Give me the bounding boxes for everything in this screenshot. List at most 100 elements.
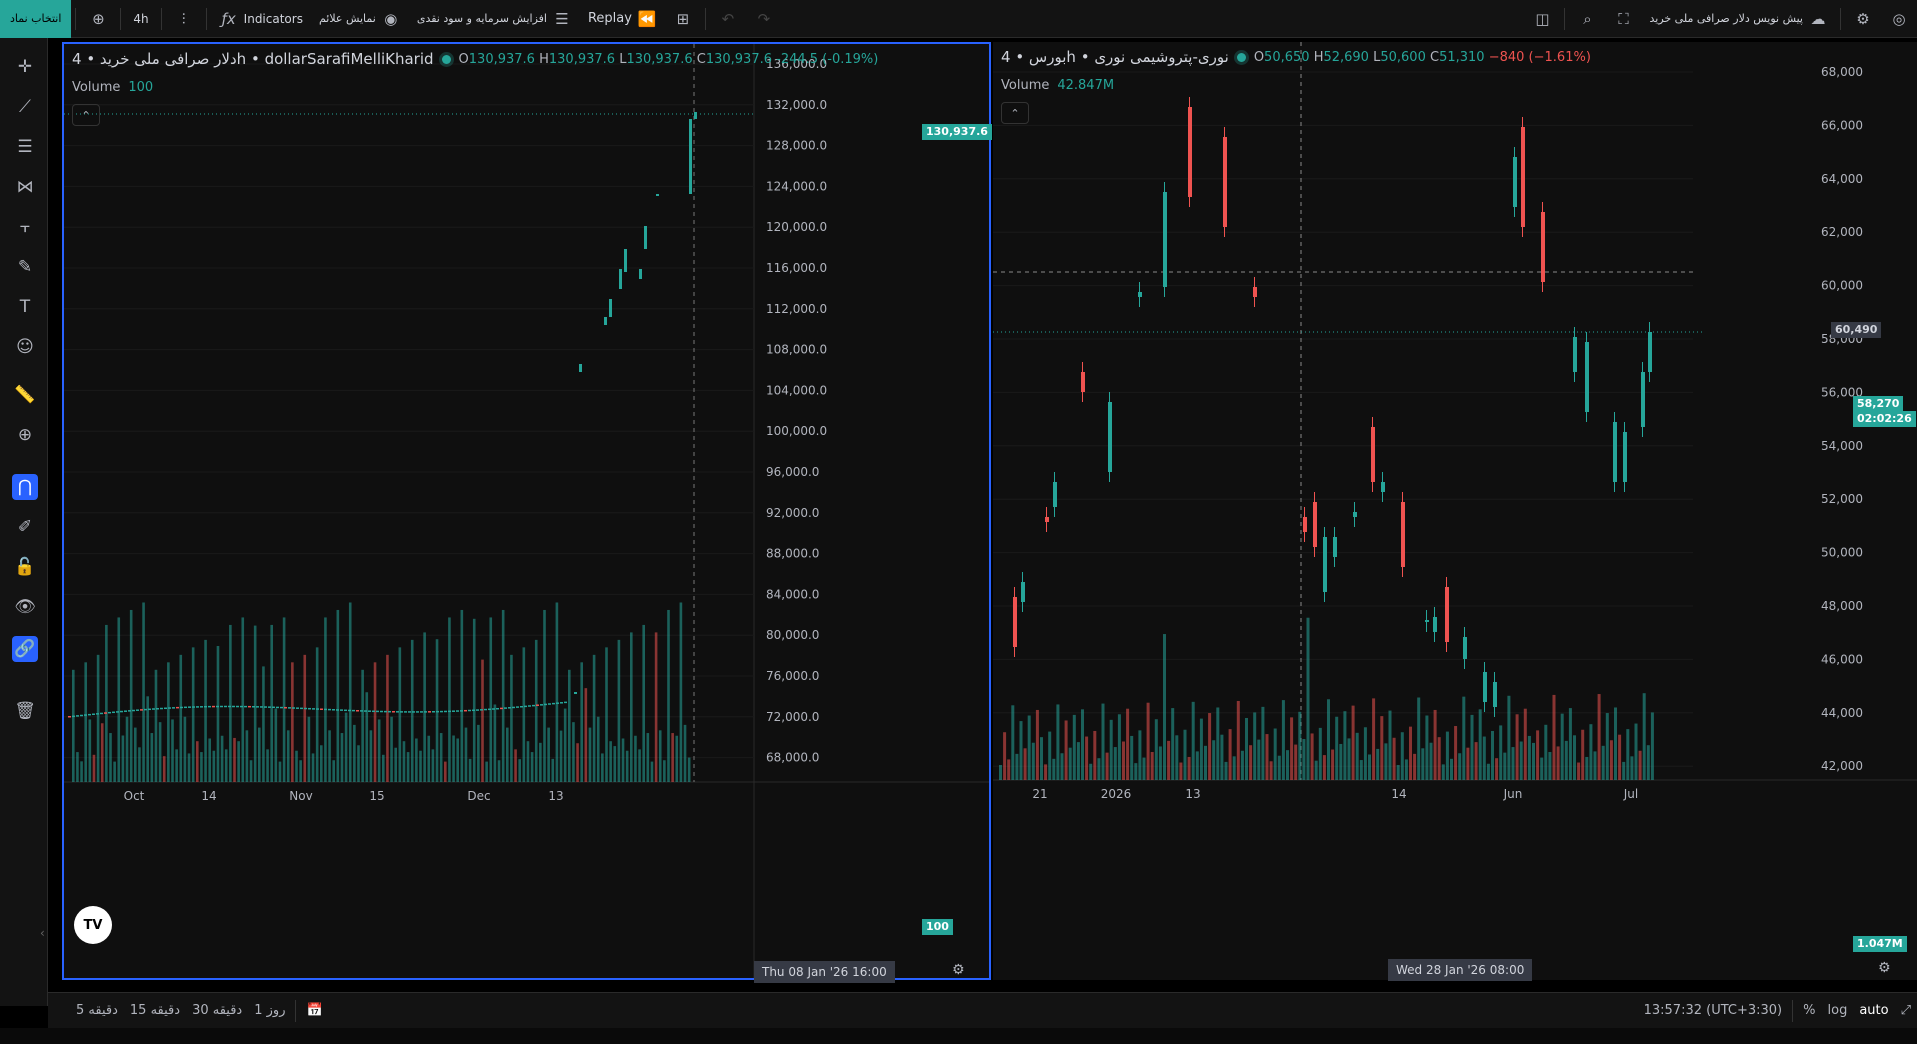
auto-toggle[interactable]: auto [1853, 1003, 1894, 1018]
candle [609, 299, 612, 317]
split-layout-button[interactable]: ◫ [1524, 0, 1560, 38]
volume-bar [1614, 707, 1617, 780]
candle [448, 710, 451, 713]
left-legend: دلار صرافی ملی خرید • 4h • dollarSarafiM… [72, 50, 878, 68]
maximize-button[interactable]: ⤢ [1895, 1003, 1917, 1018]
undo-button[interactable]: ↶ [710, 0, 746, 38]
volume-bar [1462, 696, 1466, 780]
pattern-tool[interactable]: ⋈ [12, 174, 38, 200]
chart-type-button[interactable]: ⫶ [166, 0, 202, 38]
volume-bar [386, 654, 389, 782]
volume-bar [1265, 734, 1269, 780]
volume-bar [138, 747, 141, 782]
candle [104, 712, 107, 714]
volume-bar [253, 625, 257, 782]
volume-bar [671, 733, 674, 782]
range-1d[interactable]: 1 روز [248, 1003, 291, 1018]
log-toggle[interactable]: log [1822, 1003, 1854, 1018]
layout-button[interactable]: ⊞ [665, 0, 701, 38]
volume-bar [303, 654, 307, 782]
candle [1303, 517, 1307, 532]
snapshot-button[interactable]: ◎ [1881, 0, 1917, 38]
range-15m[interactable]: 15 دقیقه [124, 1003, 186, 1018]
symbol-search-button[interactable]: انتخاب نماد [0, 0, 72, 38]
zoom-tool[interactable]: ⊕ [12, 422, 38, 448]
volume-bar [1380, 716, 1384, 780]
candle [164, 707, 167, 710]
volume-bar [394, 747, 397, 782]
candle [276, 706, 279, 709]
redo-button[interactable]: ↷ [746, 0, 782, 38]
right-settings-icon[interactable]: ⚙ [1878, 960, 1891, 976]
stay-drawing-mode[interactable]: ✐ [12, 514, 38, 540]
goto-date-button[interactable]: 📅 [300, 1003, 328, 1018]
candle [432, 711, 435, 713]
volume-bar [415, 738, 418, 782]
collapse-legend-button[interactable]: ⌃ [1001, 102, 1029, 124]
candle [500, 707, 503, 710]
volume-bar [1646, 745, 1650, 780]
volume-bar [1400, 732, 1404, 780]
range-5m[interactable]: 5 دقیقه [70, 1003, 124, 1018]
compare-button[interactable]: ⊕ [80, 0, 116, 38]
fib-tool[interactable]: ☰ [12, 134, 38, 160]
volume-bar [1105, 752, 1109, 780]
chart-pane-left[interactable]: 136,000.0 132,000.0 128,000.0 124,000.0 120,… [62, 42, 992, 983]
y-tick-label: 92,000.0 [766, 506, 819, 520]
collapse-toolbar-arrow[interactable]: ‹ [40, 926, 45, 940]
show-symbols-button[interactable]: نمایش علائم ◉ [311, 0, 409, 38]
volume-bar [468, 758, 472, 782]
candle [579, 364, 582, 372]
candle [244, 705, 247, 708]
candle [400, 711, 403, 713]
volume-bar [1191, 701, 1195, 780]
percent-toggle[interactable]: % [1797, 1003, 1821, 1018]
volume-bar [460, 609, 464, 782]
x-tick-label: 14 [1391, 787, 1406, 801]
left-settings-icon[interactable]: ⚙ [952, 962, 965, 978]
volume-bar [625, 750, 629, 782]
volume-bar [1318, 727, 1322, 780]
quick-search-button[interactable]: ⌕ [1569, 0, 1605, 38]
rewind-icon: ⏪ [637, 9, 657, 28]
default-symbol-button[interactable]: پیش نویس دلار صرافی ملی خرید ☁ [1641, 0, 1836, 38]
volume-bar [233, 737, 236, 782]
remove-drawings[interactable]: 🗑 [12, 698, 38, 724]
left-symbol-title[interactable]: دلار صرافی ملی خرید • 4h • dollarSarafiM… [72, 50, 434, 68]
text-tool[interactable]: T [12, 294, 38, 320]
volume-bar [658, 730, 662, 782]
timezone-clock[interactable]: 13:57:32 (UTC+3:30) [1638, 1003, 1789, 1018]
interval-button[interactable]: 4h [125, 0, 156, 38]
brush-tool[interactable]: ✎ [12, 254, 38, 280]
replay-button[interactable]: Replay ⏪ [580, 0, 665, 38]
chart-pane-right[interactable]: 68,000 66,000 64,000 62,000 60,000 58,000 56,0… [993, 42, 1917, 981]
magnet-mode[interactable]: ⋂ [12, 474, 38, 500]
drawing-toolbar: ✛ ⟋ ☰ ⋈ ⫟ ✎ T ☺ 📏 ⊕ ⋂ ✐ 🔓 👁 🔗 🗑 ‹ [0, 38, 48, 1006]
right-change: −840 (−1.61%) [1488, 49, 1591, 65]
trendline-tool[interactable]: ⟋ [12, 94, 38, 120]
hide-drawings[interactable]: 👁 [12, 594, 38, 620]
fullscreen-button[interactable]: ⛶ [1605, 0, 1641, 38]
candle [356, 710, 359, 712]
candle [112, 711, 115, 714]
sync-drawings[interactable]: 🔗 [12, 636, 38, 662]
volume-bar [555, 602, 559, 782]
volume-bar [398, 647, 402, 782]
tradingview-logo[interactable]: TV [74, 906, 112, 944]
volume-bar [134, 727, 137, 782]
emoji-tool[interactable]: ☺ [12, 334, 38, 360]
range-30m[interactable]: 30 دقیقه [186, 1003, 248, 1018]
prediction-tool[interactable]: ⫟ [12, 214, 38, 240]
collapse-legend-button[interactable]: ⌃ [72, 104, 100, 126]
volume-bar [1327, 699, 1330, 780]
volume-bar [1027, 715, 1031, 780]
indicators-button[interactable]: ƒx Indicators [211, 0, 311, 38]
volume-bar [1466, 747, 1470, 780]
right-symbol-title[interactable]: بورس • 4h • نوری-پتروشیمی نوری [1001, 48, 1229, 66]
crosshair-tool[interactable]: ✛ [12, 54, 38, 80]
capital-increase-button[interactable]: افزایش سرمایه و سود نقدی ☰ [409, 0, 580, 38]
expand-icon: ⤢ [1900, 1003, 1911, 1018]
lock-drawings[interactable]: 🔓 [12, 554, 38, 580]
settings-button[interactable]: ⚙ [1845, 0, 1881, 38]
measure-tool[interactable]: 📏 [12, 382, 38, 408]
